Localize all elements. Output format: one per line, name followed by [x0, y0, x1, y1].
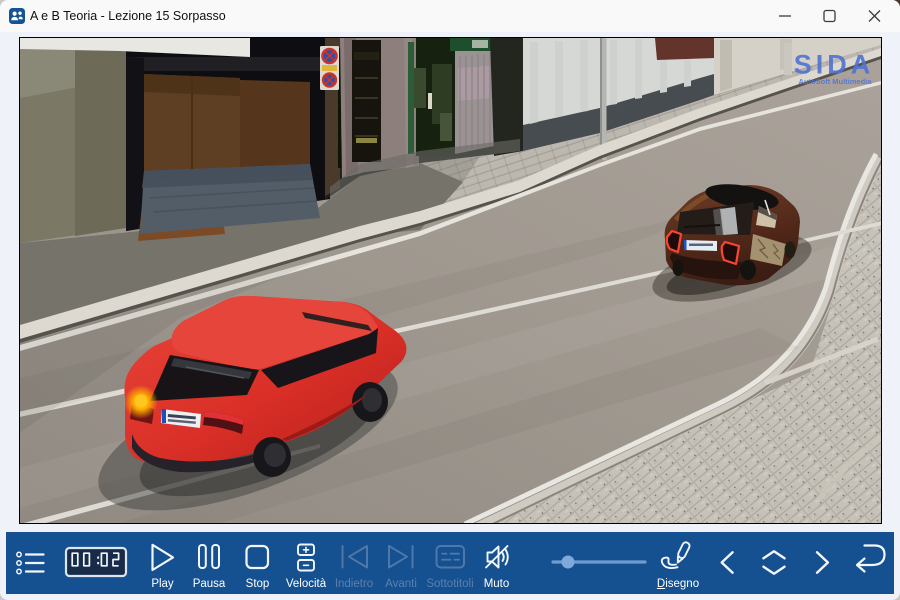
- svg-text:SIDA: SIDA: [794, 50, 875, 80]
- svg-text:AutoSoft Multimedia: AutoSoft Multimedia: [799, 77, 873, 86]
